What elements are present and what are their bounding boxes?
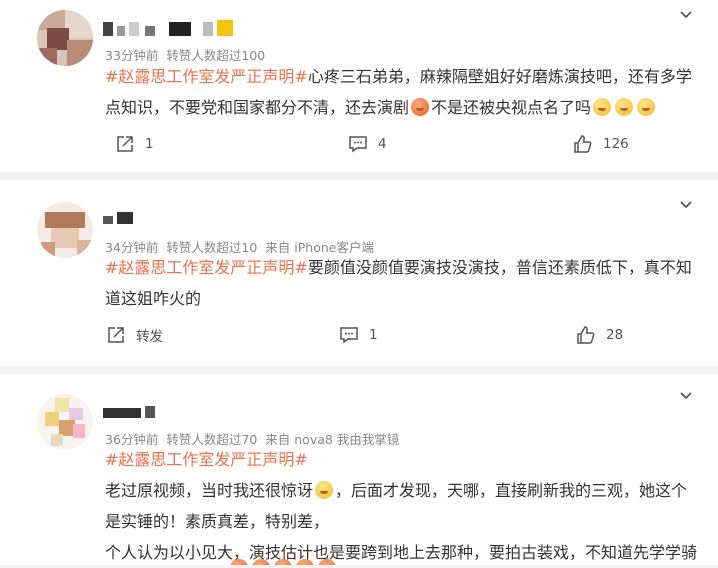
hashtag-link[interactable]: #赵露思工作室发严正声明# xyxy=(105,67,308,86)
comment-text-part: 个人认为以小见大，演技估计也是要跨到地上去那种，要拍古装戏，不知道先学学骑 xyxy=(105,543,698,562)
action-bar: 1 4 126 xyxy=(0,134,718,158)
share-label: 转发 xyxy=(136,329,163,345)
username[interactable] xyxy=(103,210,137,228)
share-icon xyxy=(115,134,135,154)
emoji-icon xyxy=(230,559,248,565)
chevron-down-icon[interactable] xyxy=(678,7,694,23)
like-count: 126 xyxy=(603,136,629,152)
avatar[interactable] xyxy=(37,394,93,450)
hashtag-link[interactable]: #赵露思工作室发严正声明# xyxy=(105,258,308,277)
comment-text-part: 不是还被央视点名了吗 xyxy=(431,98,592,117)
chevron-down-icon[interactable] xyxy=(678,197,694,213)
like-button[interactable]: 28 xyxy=(576,325,623,345)
emoji-icon xyxy=(615,98,634,116)
emoji-row xyxy=(228,559,338,565)
comment-text: #赵露思工作室发严正声明#心疼三石弟弟，麻辣隔壁姐好好磨炼演技吧，还有多学点知识… xyxy=(105,61,705,123)
share-icon xyxy=(106,325,126,345)
share-count: 1 xyxy=(145,136,154,152)
comment-button[interactable]: 1 xyxy=(339,325,378,345)
emoji-icon xyxy=(296,559,314,565)
username[interactable] xyxy=(103,20,243,38)
emoji-icon xyxy=(315,481,334,499)
comment-count: 1 xyxy=(369,327,378,343)
hashtag-link[interactable]: #赵露思工作室发严正声明# xyxy=(105,450,308,469)
comment-card: 34分钟前 转赞人数超过10 来自 iPhone客户端 #赵露思工作室发严正声明… xyxy=(0,180,718,366)
avatar[interactable] xyxy=(37,10,93,66)
comment-card: 36分钟前 转赞人数超过70 来自 nova8 我由我掌镜 #赵露思工作室发严正… xyxy=(0,374,718,565)
comment-count: 4 xyxy=(378,136,387,152)
comment-icon xyxy=(339,325,359,345)
emoji-icon xyxy=(411,98,430,116)
emoji-icon xyxy=(637,98,656,116)
emoji-icon xyxy=(274,559,292,565)
comment-icon xyxy=(348,134,368,154)
emoji-icon xyxy=(318,559,336,565)
like-button[interactable]: 126 xyxy=(573,134,629,154)
chevron-down-icon[interactable] xyxy=(678,388,694,404)
avatar[interactable] xyxy=(37,202,93,258)
comment-text-part: 老过原视频，当时我还很惊讶 xyxy=(105,481,314,500)
username[interactable] xyxy=(103,402,159,420)
emoji-icon xyxy=(252,559,270,565)
thumbs-up-icon xyxy=(576,325,596,345)
comment-card: 33分钟前 转赞人数超过100 #赵露思工作室发严正声明#心疼三石弟弟，麻辣隔壁… xyxy=(0,0,718,172)
comment-text: #赵露思工作室发严正声明# 老过原视频，当时我还很惊讶 ，后面才发现，天哪，直接刷… xyxy=(105,444,705,568)
share-button[interactable]: 1 xyxy=(115,134,154,154)
comment-text: #赵露思工作室发严正声明#要颜值没颜值要演技没演技，普信还素质低下，真不知道这姐… xyxy=(105,252,695,314)
thumbs-up-icon xyxy=(573,134,593,154)
like-count: 28 xyxy=(606,327,624,343)
share-button[interactable]: 转发 xyxy=(106,325,163,345)
action-bar: 转发 1 28 xyxy=(0,325,718,349)
emoji-icon xyxy=(593,98,612,116)
comment-button[interactable]: 4 xyxy=(348,134,387,154)
